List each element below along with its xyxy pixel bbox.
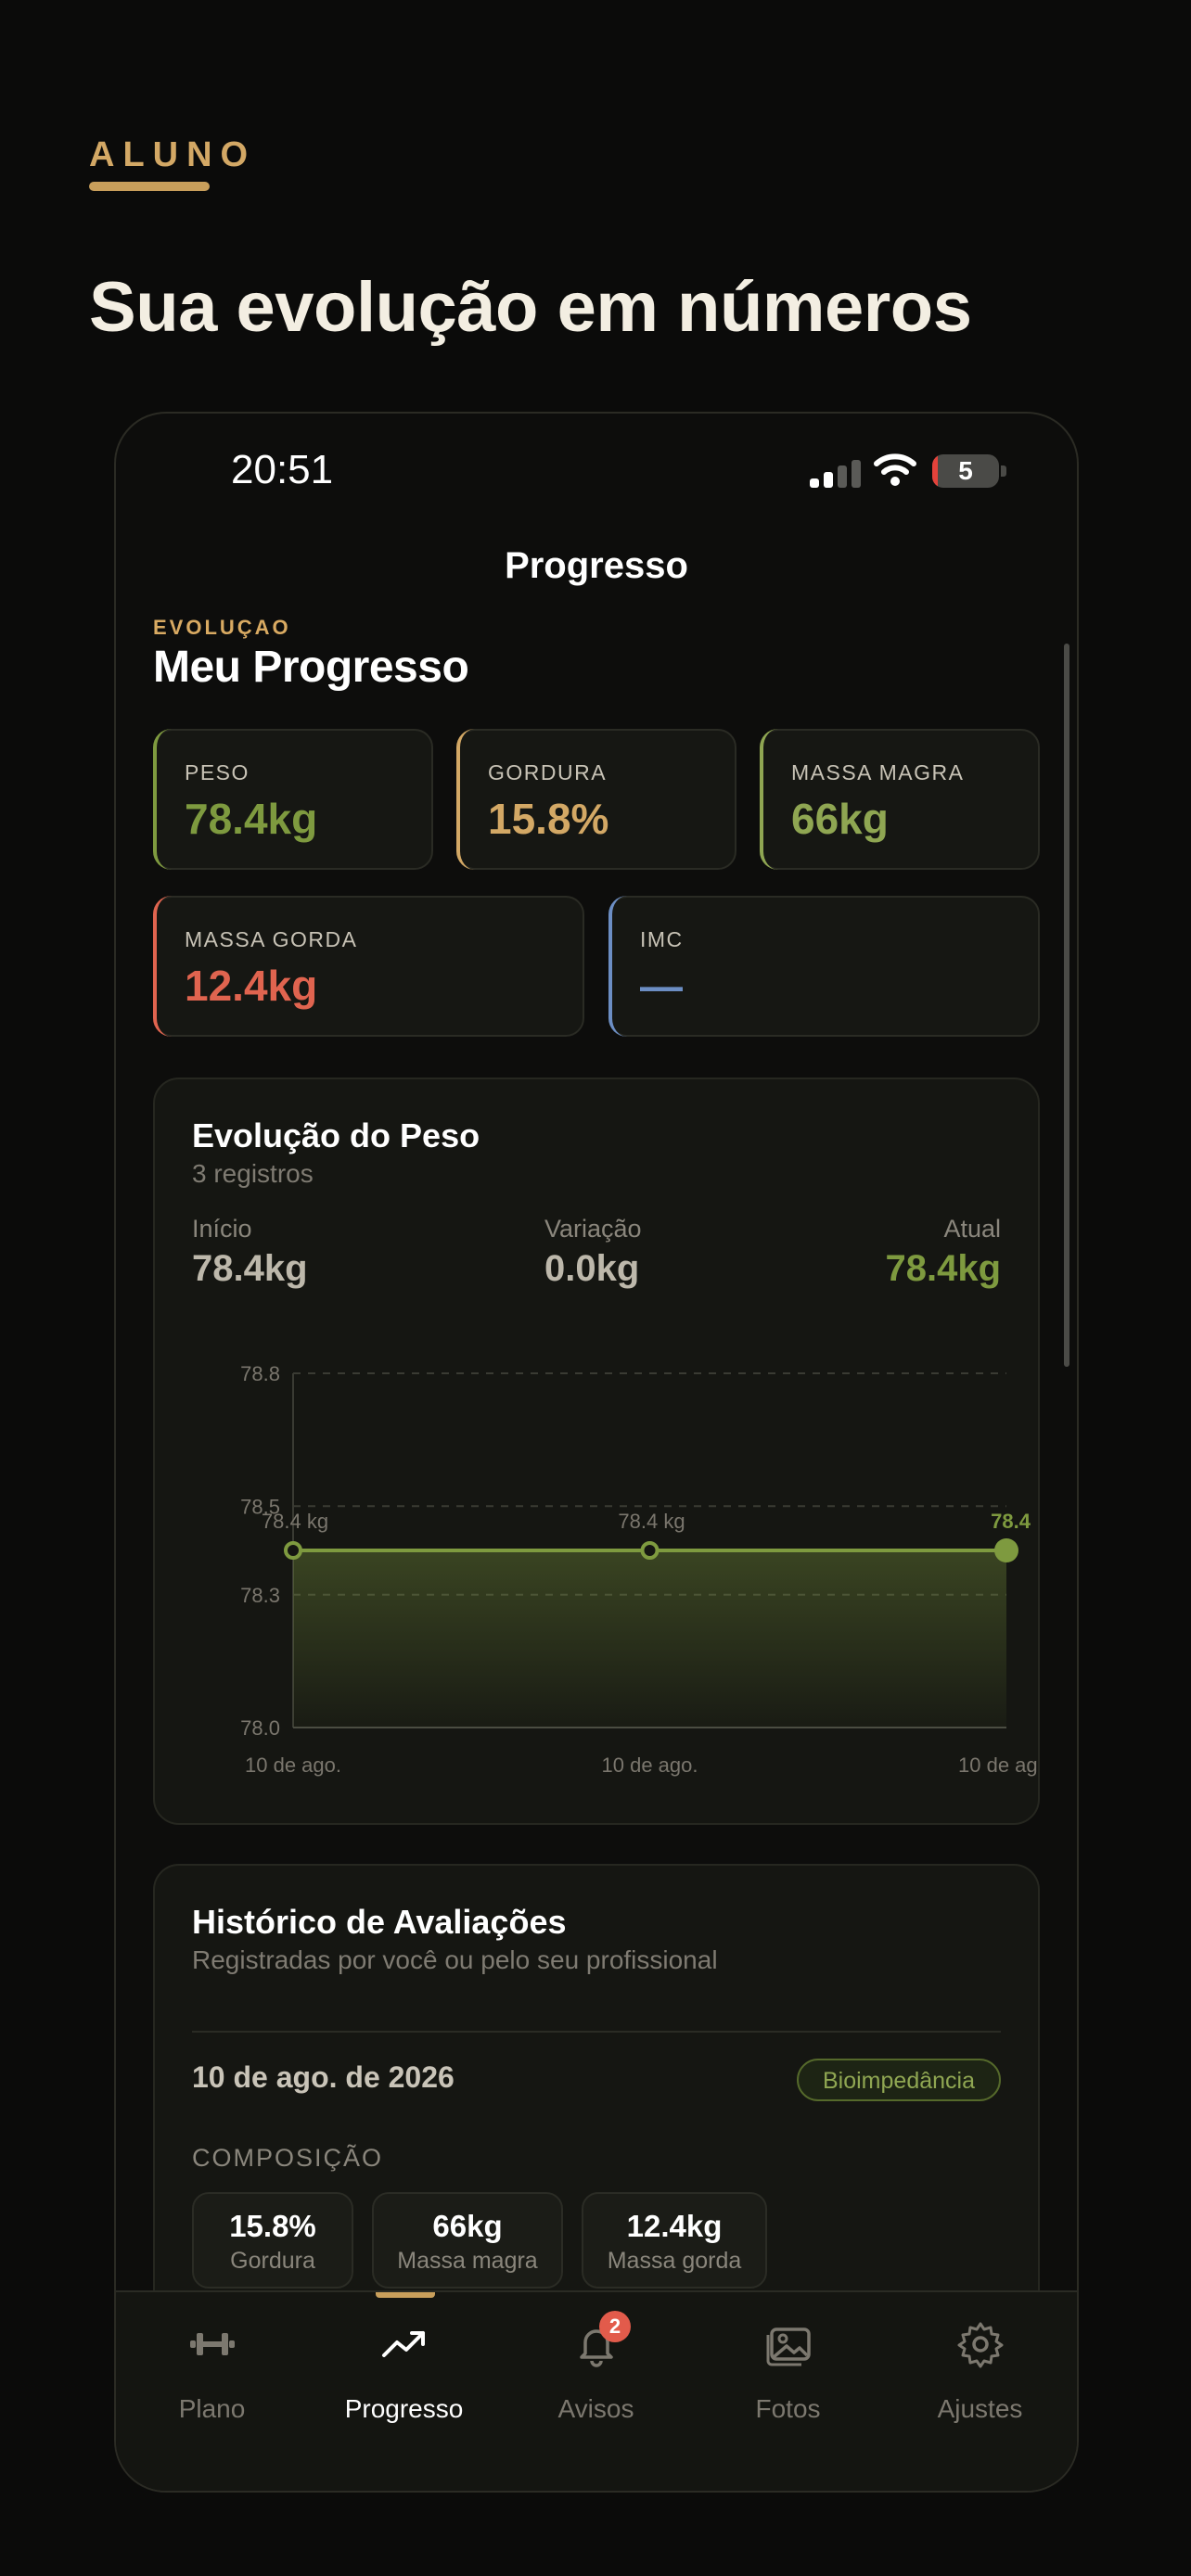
assessment-type-badge: Bioimpedância [797, 2059, 1001, 2101]
weight-evolution-card: Evolução do Peso 3 registros Início 78.4… [153, 1078, 1040, 1825]
hero-eyebrow-underline [89, 182, 210, 191]
metric-card-peso[interactable]: PESO 78.4kg [153, 729, 433, 870]
tab-plano[interactable]: Plano [116, 2292, 308, 2491]
metric-card-massa-gorda[interactable]: MASSA GORDA 12.4kg [153, 896, 584, 1037]
data-label: 78.4 kg [618, 1510, 685, 1533]
metric-value: 78.4kg [185, 795, 318, 843]
metric-value: 12.4kg [185, 962, 318, 1010]
x-tick-label: 10 de ago. [245, 1753, 341, 1777]
battery-tip [1001, 465, 1006, 477]
tab-label: Progresso [344, 2394, 464, 2423]
tab-label: Plano [178, 2394, 246, 2423]
scrollbar[interactable] [1064, 644, 1069, 1367]
data-point [994, 1538, 1018, 1562]
composition-chip: 12.4kg Massa gorda [582, 2192, 767, 2289]
chip-label: Gordura [230, 2248, 315, 2274]
metric-accent [608, 896, 629, 1037]
dumbbell-icon [190, 2333, 235, 2355]
metric-value: — [640, 962, 683, 1010]
metric-label: MASSA GORDA [185, 927, 358, 951]
metric-value: 66kg [791, 795, 889, 843]
hero-title: Sua evolução em números [89, 268, 972, 347]
series-area [293, 1550, 1006, 1728]
metric-label: GORDURA [488, 760, 608, 784]
divider [192, 2031, 1001, 2033]
metric-card-imc[interactable]: IMC — [608, 896, 1040, 1037]
x-tick-label: 10 de ago. [958, 1753, 1038, 1777]
tab-avisos[interactable]: 2 Avisos [500, 2292, 692, 2491]
cellular-signal-icon [810, 460, 864, 488]
metric-label: MASSA MAGRA [791, 760, 965, 784]
battery-level: 5 [958, 456, 973, 485]
trending-up-icon [382, 2331, 425, 2357]
notification-badge: 2 [599, 2311, 631, 2342]
y-tick-label: 78.3 [240, 1584, 280, 1607]
metric-accent [760, 729, 780, 870]
tab-fotos[interactable]: Fotos [692, 2292, 884, 2491]
metric-label: PESO [185, 760, 250, 784]
chip-value: 15.8% [229, 2209, 316, 2243]
phone-frame: 20:51 5 Progresso EVOLUÇAO Meu Progresso… [114, 412, 1079, 2493]
composition-label: COMPOSIÇÃO [192, 2144, 384, 2172]
assessment-date: 10 de ago. de 2026 [192, 2060, 455, 2094]
tab-label: Avisos [557, 2394, 634, 2423]
status-time: 20:51 [231, 447, 334, 492]
data-label: 78.4 kg [262, 1510, 328, 1533]
tab-ajustes[interactable]: Ajustes [884, 2292, 1076, 2491]
chip-value: 12.4kg [626, 2209, 723, 2243]
section-eyebrow: EVOLUÇAO [153, 616, 291, 639]
tab-label: Fotos [755, 2394, 821, 2423]
nav-title: Progresso [505, 545, 688, 586]
metric-accent [153, 896, 173, 1037]
composition-chip: 66kg Massa magra [372, 2192, 563, 2289]
gear-icon [957, 2322, 1004, 2368]
card-title: Histórico de Avaliações [192, 1903, 567, 1941]
x-tick-label: 10 de ago. [602, 1753, 698, 1777]
y-tick-label: 78.0 [240, 1716, 280, 1740]
photos-icon [766, 2327, 811, 2366]
card-subtitle: Registradas por você ou pelo seu profiss… [192, 1945, 718, 1974]
tab-progresso[interactable]: Progresso [308, 2292, 500, 2491]
history-card: Histórico de Avaliações Registradas por … [153, 1864, 1040, 2346]
hero-eyebrow: ALUNO [89, 135, 257, 174]
tab-label: Ajustes [937, 2394, 1023, 2423]
metric-card-massa-magra[interactable]: MASSA MAGRA 66kg [760, 729, 1040, 870]
tab-bar: Plano Progresso 2 Avisos Fotos Ajustes [116, 2290, 1077, 2491]
wifi-icon [874, 453, 916, 486]
metric-accent [153, 729, 173, 870]
chip-label: Massa gorda [607, 2248, 742, 2274]
metric-value: 15.8% [488, 795, 609, 843]
data-label: 78.4 [991, 1510, 1031, 1533]
metric-card-gordura[interactable]: GORDURA 15.8% [456, 729, 736, 870]
section-title: Meu Progresso [153, 643, 469, 692]
battery-icon: 5 [932, 454, 999, 488]
metric-label: IMC [640, 927, 684, 951]
weight-chart: 78.878.578.378.078.4 kg10 de ago.78.4 kg… [240, 1362, 1038, 1777]
y-tick-label: 78.8 [240, 1362, 280, 1385]
data-point [640, 1541, 660, 1560]
metric-accent [456, 729, 477, 870]
chip-value: 66kg [432, 2209, 503, 2243]
composition-chip: 15.8% Gordura [192, 2192, 353, 2289]
chip-label: Massa magra [397, 2248, 538, 2274]
data-point [284, 1541, 302, 1560]
